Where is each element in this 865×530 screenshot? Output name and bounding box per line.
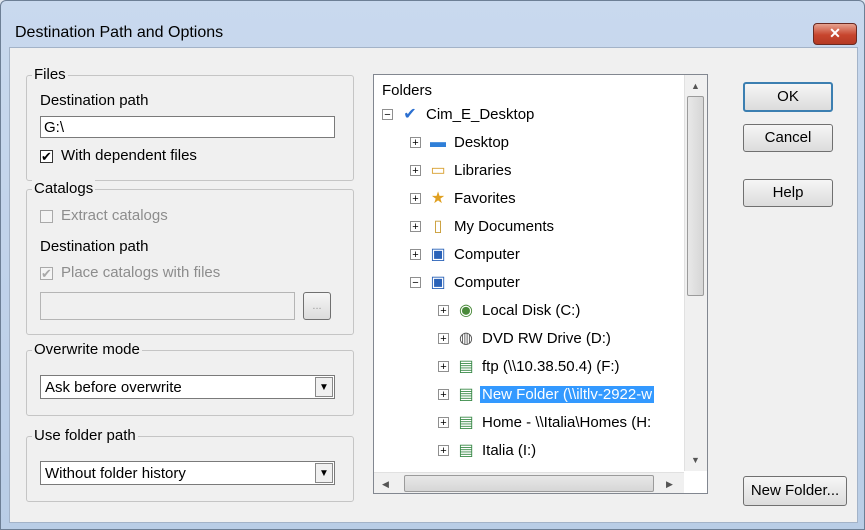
computer-icon: ▣ (430, 246, 446, 263)
expand-icon[interactable]: + (410, 221, 421, 233)
tree-node-label: DVD RW Drive (D:) (482, 330, 611, 347)
ok-button[interactable]: OK (743, 82, 833, 112)
scroll-left-icon[interactable]: ◀ (382, 479, 389, 490)
local-disk-icon: ◉ (459, 302, 473, 319)
help-label: Help (772, 184, 804, 201)
extract-catalogs-label: Extract catalogs (61, 207, 168, 224)
chevron-down-icon[interactable]: ▼ (315, 377, 333, 397)
scroll-up-icon[interactable]: ▲ (691, 81, 700, 91)
folders-header: Folders (382, 82, 433, 99)
checkbox-folder-icon: ✔ (403, 106, 417, 123)
tree-node-label: Italia (I:) (482, 442, 537, 459)
expand-icon[interactable]: + (410, 193, 421, 205)
tree-node-label: Libraries (454, 162, 512, 179)
expand-icon[interactable]: + (438, 445, 449, 457)
chevron-down-icon[interactable]: ▼ (315, 463, 333, 483)
expand-icon[interactable]: + (438, 305, 449, 317)
catalogs-group-label: Catalogs (32, 180, 96, 197)
horizontal-scrollbar[interactable]: ◀ ▶ (374, 472, 684, 493)
scroll-down-icon[interactable]: ▼ (691, 455, 700, 465)
network-drive-icon: ▤ (458, 386, 474, 403)
cancel-label: Cancel (764, 129, 812, 146)
folder-path-group-label: Use folder path (32, 427, 138, 444)
tree-node-label: Desktop (454, 134, 510, 151)
folder-path-value: Without folder history (45, 465, 186, 482)
title-bar[interactable]: Destination Path and Options ✕ (1, 1, 864, 45)
with-dependent-files-checkbox[interactable]: ✔ (40, 150, 53, 163)
dialog-body: Files Destination path G:\ ✔ With depend… (9, 47, 858, 523)
tree-node-label: Local Disk (C:) (482, 302, 581, 319)
overwrite-group-label: Overwrite mode (32, 341, 142, 358)
tree-node-label: Home - \\Italia\Homes (H: (482, 414, 652, 431)
network-drive-icon: ▤ (458, 414, 474, 431)
dialog-window: Destination Path and Options ✕ Files Des… (0, 0, 865, 530)
dvd-drive-icon: ◍ (459, 330, 473, 347)
tree-node-label: My Documents (454, 218, 555, 235)
expand-icon[interactable]: + (438, 333, 449, 345)
collapse-icon[interactable]: − (410, 277, 421, 289)
new-folder-label: New Folder... (750, 482, 840, 499)
overwrite-mode-group: Overwrite mode Ask before overwrite ▼ (26, 341, 354, 416)
tree-node-label: Favorites (454, 190, 516, 207)
expand-icon[interactable]: + (438, 389, 449, 401)
folder-path-select[interactable]: Without folder history ▼ (40, 461, 335, 485)
expand-icon[interactable]: + (410, 137, 421, 149)
extract-catalogs-checkbox[interactable] (40, 210, 53, 223)
network-drive-icon: ▤ (458, 358, 474, 375)
tree-node-label: ftp (\\10.38.50.4) (F:) (482, 358, 620, 375)
catalogs-destination-label: Destination path (40, 238, 149, 255)
documents-icon: ▯ (433, 218, 443, 235)
tree-node-label: Computer (454, 246, 520, 263)
destination-path-input[interactable]: G:\ (40, 116, 335, 138)
computer-icon: ▣ (430, 274, 446, 291)
horizontal-scrollbar-thumb[interactable] (404, 475, 654, 492)
help-button[interactable]: Help (743, 179, 833, 207)
folders-tree[interactable]: Folders − ✔ Cim_E_Desktop + ▬ Desktop + ▭ Librar… (373, 74, 708, 494)
desktop-icon: ▬ (430, 134, 446, 151)
dialog-title: Destination Path and Options (15, 24, 224, 41)
expand-icon[interactable]: + (410, 165, 421, 177)
expand-icon[interactable]: + (410, 249, 421, 261)
place-catalogs-checkbox[interactable]: ✔ (40, 267, 53, 280)
expand-icon[interactable]: + (438, 361, 449, 373)
close-button[interactable]: ✕ (813, 23, 857, 45)
scrollbar-thumb[interactable] (687, 96, 704, 296)
expand-icon[interactable]: + (438, 417, 449, 429)
with-dependent-files-label: With dependent files (61, 147, 197, 164)
tree-node-label: New Folder (\\iltlv-2922-w (480, 386, 655, 403)
close-icon: ✕ (829, 25, 841, 41)
browse-label: ... (312, 300, 322, 312)
folder-path-group: Use folder path Without folder history ▼ (26, 427, 354, 502)
catalogs-browse-button[interactable]: ... (303, 292, 331, 320)
overwrite-mode-value: Ask before overwrite (45, 379, 182, 396)
tree-node-label: Cim_E_Desktop (426, 106, 535, 123)
scroll-right-icon[interactable]: ▶ (666, 479, 673, 490)
network-drive-icon: ▤ (458, 442, 474, 459)
libraries-icon: ▭ (430, 162, 446, 179)
check-mark-icon: ✔ (41, 266, 52, 281)
catalogs-path-input[interactable] (40, 292, 295, 320)
vertical-scrollbar[interactable]: ▲ ▼ (684, 75, 707, 471)
check-mark-icon: ✔ (41, 149, 52, 164)
new-folder-button[interactable]: New Folder... (743, 476, 847, 506)
catalogs-group: Catalogs Extract catalogs Destination pa… (26, 180, 354, 335)
files-destination-label: Destination path (40, 92, 149, 109)
ok-label: OK (777, 88, 799, 105)
files-group-label: Files (32, 66, 68, 83)
overwrite-mode-select[interactable]: Ask before overwrite ▼ (40, 375, 335, 399)
files-group: Files Destination path G:\ ✔ With depend… (26, 66, 354, 181)
place-catalogs-label: Place catalogs with files (61, 264, 221, 281)
tree-node-label: Computer (454, 274, 520, 291)
collapse-icon[interactable]: − (382, 109, 393, 121)
favorites-icon: ★ (430, 190, 446, 207)
cancel-button[interactable]: Cancel (743, 124, 833, 152)
